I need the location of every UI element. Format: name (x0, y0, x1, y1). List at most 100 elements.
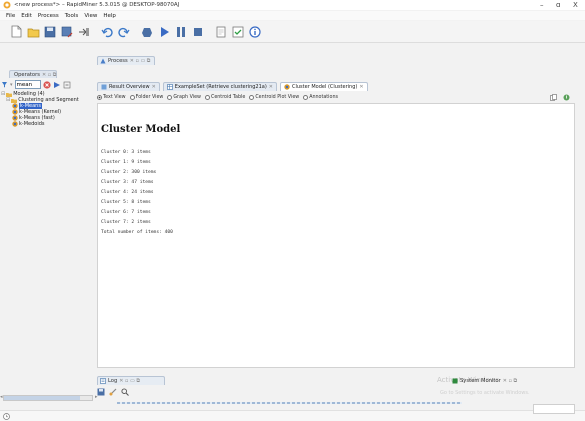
expand-tree-icon[interactable] (53, 81, 61, 89)
view-option-text-view[interactable]: Text View (97, 95, 126, 100)
cluster-model-text-view: Cluster Model Cluster 0: 3 items Cluster… (97, 103, 575, 368)
close-button[interactable]: X (573, 1, 578, 9)
clear-log-icon[interactable] (109, 388, 117, 396)
view-option-folder-view[interactable]: Folder View (129, 95, 164, 100)
app-logo-icon (3, 1, 11, 9)
collapse-tree-icon[interactable] (63, 81, 71, 89)
close-tab-icon[interactable]: ✕ (269, 84, 273, 90)
operators-horizontal-scrollbar[interactable]: ◂ ▸ (0, 394, 98, 401)
process-tab-label: Process (108, 58, 128, 64)
view-option-graph-view[interactable]: Graph View (167, 95, 201, 100)
results-tab-strip: Result Overview ✕ ExampleSet (Retrieve c… (97, 82, 368, 91)
log-panel-tab[interactable]: Log ✕ ▫ ▭ ⧉ (97, 376, 165, 385)
status-idle-icon (3, 413, 10, 420)
pause-icon[interactable] (174, 25, 188, 39)
tab-cluster-model[interactable]: Cluster Model (Clustering) ✕ (280, 82, 368, 91)
system-monitor-tab[interactable]: System Monitor ✕ ▫ ⧉ (452, 376, 568, 385)
tab-exampleset[interactable]: ExampleSet (Retrieve clustering21a) ✕ (162, 82, 277, 91)
close-tab-icon[interactable]: ✕ (359, 84, 363, 90)
menu-file[interactable]: File (6, 13, 15, 19)
panel-window-controls-icon[interactable]: ✕ ▫ ▭ ⧉ (130, 58, 151, 64)
activate-windows-subtext: Go to Settings to activate Windows. (440, 390, 530, 396)
process-icon (100, 58, 106, 64)
save-icon[interactable] (43, 25, 57, 39)
cluster-line: Cluster 7: 2 items (101, 220, 151, 225)
minimize-button[interactable]: – (540, 1, 544, 9)
close-tab-icon[interactable]: ✕ (152, 84, 156, 90)
total-items-line: Total number of items: 400 (101, 230, 173, 235)
cluster-model-heading: Cluster Model (101, 124, 181, 135)
save-log-icon[interactable] (97, 388, 105, 396)
radio-icon[interactable] (303, 95, 309, 100)
tab-result-overview[interactable]: Result Overview ✕ (97, 82, 160, 91)
save-as-icon[interactable] (60, 25, 74, 39)
cluster-operator-icon (12, 121, 18, 127)
cluster-line: Cluster 5: 8 items (101, 200, 151, 205)
menu-help[interactable]: Help (103, 13, 116, 19)
cluster-line: Cluster 3: 47 items (101, 180, 154, 185)
open-icon[interactable] (26, 25, 40, 39)
scroll-left-icon[interactable]: ◂ (0, 394, 3, 400)
maximize-button[interactable]: ɑ (556, 1, 560, 9)
log-icon (100, 378, 106, 384)
operator-filter-icon[interactable] (1, 81, 8, 88)
radio-icon[interactable] (167, 95, 173, 100)
process-panel-tab[interactable]: Process ✕ ▫ ▭ ⧉ (97, 56, 155, 65)
clear-search-icon[interactable] (42, 80, 51, 89)
cluster-line: Cluster 0: 3 items (101, 150, 151, 155)
operators-search-row: ▾ (0, 79, 90, 90)
cluster-line: Cluster 2: 300 items (101, 170, 157, 175)
table-icon (166, 84, 173, 90)
redo-icon[interactable] (117, 25, 131, 39)
operator-tree: ⊟ Modeling (4) ⊟ Clustering and Segment … (0, 91, 90, 391)
wizard-icon[interactable] (214, 25, 228, 39)
scrollbar-thumb[interactable] (4, 396, 80, 400)
search-log-icon[interactable] (121, 388, 129, 396)
view-option-label: Folder View (135, 95, 164, 100)
log-tab-label: Log (108, 378, 118, 384)
print-icon[interactable] (563, 94, 570, 101)
filter-dropdown-icon[interactable]: ▾ (10, 82, 13, 88)
tab-label: Result Overview (109, 84, 150, 90)
tree-item-label: k-Medoids (19, 121, 45, 127)
cluster-line: Cluster 6: 7 items (101, 210, 151, 215)
view-option-centroid-table[interactable]: Centroid Table (204, 95, 245, 100)
menu-view[interactable]: View (84, 13, 97, 19)
menu-edit[interactable]: Edit (21, 13, 32, 19)
info-icon[interactable] (248, 25, 262, 39)
panel-window-controls-icon[interactable]: ✕ ▫ ⧉ (503, 378, 517, 384)
tree-collapse-icon[interactable]: ⊟ (6, 97, 10, 103)
view-option-annotations[interactable]: Annotations (303, 95, 338, 100)
menu-process[interactable]: Process (38, 13, 59, 19)
window-title: <new process*> – RapidMiner 5.3.015 @ DE… (14, 2, 180, 8)
tab-label: ExampleSet (Retrieve clustering21a) (174, 84, 267, 90)
tree-collapse-icon[interactable]: ⊟ (1, 91, 5, 97)
panel-window-controls-icon[interactable]: ✕ ▫ ▭ ⧉ (119, 378, 140, 384)
view-option-centroid-plot-view[interactable]: Centroid Plot View (249, 95, 299, 100)
radio-icon[interactable] (249, 95, 255, 100)
copy-icon[interactable] (550, 94, 557, 101)
status-bar (0, 410, 585, 421)
cluster-model-icon (284, 84, 290, 90)
tree-item-k-medoids[interactable]: k-Medoids (12, 121, 45, 127)
validate-icon[interactable] (231, 25, 245, 39)
undo-icon[interactable] (100, 25, 114, 39)
menu-tools[interactable]: Tools (65, 13, 79, 19)
operators-panel-tab[interactable]: Operators ✕ ▫ ⧉ (9, 70, 57, 78)
view-option-label: Centroid Plot View (255, 95, 300, 100)
operator-search-input[interactable] (14, 80, 41, 89)
radio-icon[interactable] (204, 95, 210, 100)
system-monitor-tab-label: System Monitor (460, 377, 501, 384)
stop-icon[interactable] (140, 25, 154, 39)
menu-bar: File Edit Process Tools View Help (0, 11, 585, 20)
export-icon[interactable] (77, 25, 91, 39)
run-icon[interactable] (157, 25, 171, 39)
title-bar: <new process*> – RapidMiner 5.3.015 @ DE… (0, 0, 585, 10)
radio-selected-icon[interactable] (97, 95, 102, 100)
panel-window-controls-icon[interactable]: ✕ ▫ ⧉ (42, 72, 56, 78)
main-toolbar (0, 21, 585, 43)
terminate-icon[interactable] (191, 25, 205, 39)
folder-icon (6, 92, 13, 97)
radio-icon[interactable] (129, 95, 135, 100)
new-icon[interactable] (9, 25, 23, 39)
